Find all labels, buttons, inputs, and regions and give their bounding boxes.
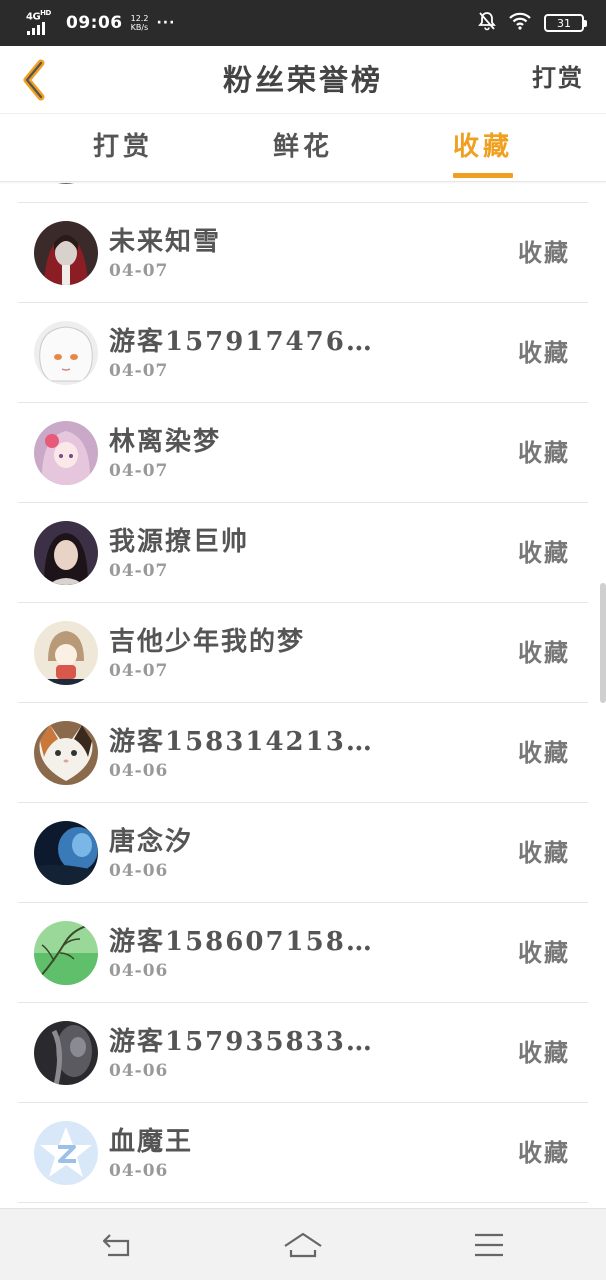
fan-action: 收藏 <box>518 1138 570 1167</box>
fan-rows: 未来知雪 04-07 收藏 游客157917476… 04-07 收藏 林离染梦… <box>0 203 606 1203</box>
system-nav-bar <box>0 1208 606 1280</box>
fan-name: 游客157935833… <box>109 1027 374 1057</box>
fan-name: 唐念汐 <box>109 827 194 857</box>
fan-action: 收藏 <box>518 938 570 967</box>
battery-icon: 31 <box>544 14 587 32</box>
network-signal-icon: 4GHD <box>26 9 58 35</box>
status-time: 09:06 <box>66 13 123 33</box>
avatar <box>34 621 98 685</box>
fan-action: 收藏 <box>518 638 570 667</box>
tab-reward[interactable]: 打赏 <box>63 114 183 182</box>
list-item[interactable]: 林离染梦 04-07 收藏 <box>18 403 588 503</box>
menu-icon <box>475 1233 503 1257</box>
fan-date: 04-06 <box>109 1061 169 1081</box>
back-arrow-icon <box>102 1234 130 1257</box>
avatar <box>34 221 98 285</box>
fan-date: 04-07 <box>109 461 169 481</box>
fan-date: 04-06 <box>109 961 169 981</box>
fan-name: 吉他少年我的梦 <box>109 627 306 657</box>
avatar <box>34 921 98 985</box>
fan-action: 收藏 <box>518 538 570 567</box>
nav-back-button[interactable] <box>97 1227 137 1263</box>
tab-favorites[interactable]: 收藏 <box>423 114 543 182</box>
list-item[interactable]: 游客158314213… 04-06 收藏 <box>18 703 588 803</box>
fan-date: 04-07 <box>109 561 169 581</box>
home-icon <box>284 1232 322 1258</box>
wifi-icon <box>508 12 532 34</box>
fan-name: 林离染梦 <box>109 427 222 457</box>
fan-name: 未来知雪 <box>109 227 222 257</box>
tab-bar: 打赏 鲜花 收藏 <box>0 114 606 182</box>
avatar <box>34 721 98 785</box>
fan-action: 收藏 <box>518 838 570 867</box>
avatar <box>34 183 98 184</box>
tab-flowers[interactable]: 鲜花 <box>243 114 363 182</box>
fan-name: 游客158314213… <box>109 727 374 757</box>
fan-date: 04-06 <box>109 861 169 881</box>
status-left: 4GHD 09:06 12.2 KB/s ··· <box>26 9 478 35</box>
fan-action: 收藏 <box>518 338 570 367</box>
avatar <box>34 421 98 485</box>
list-item[interactable]: 游客158607158… 04-06 收藏 <box>18 903 588 1003</box>
network-type: 4G <box>26 11 41 23</box>
fan-action: 收藏 <box>518 738 570 767</box>
battery-level: 31 <box>557 16 571 30</box>
nav-home-button[interactable] <box>283 1227 323 1263</box>
avatar <box>34 821 98 885</box>
fan-list[interactable]: 未来知雪 04-07 收藏 游客157917476… 04-07 收藏 林离染梦… <box>0 183 606 1208</box>
network-speed: 12.2 KB/s <box>131 14 149 32</box>
reward-button[interactable]: 打赏 <box>532 46 584 114</box>
network-hd: HD <box>40 9 51 17</box>
avatar <box>34 1121 98 1185</box>
fan-name: 游客157917476… <box>109 327 374 357</box>
nav-menu-button[interactable] <box>469 1227 509 1263</box>
avatar <box>34 1021 98 1085</box>
status-right: 31 <box>478 11 587 35</box>
list-item[interactable]: 血魔王 04-06 收藏 <box>18 1103 588 1203</box>
fan-date: 04-06 <box>109 1161 169 1181</box>
network-speed-value: 12.2 <box>130 14 149 23</box>
fan-action: 收藏 <box>518 1038 570 1067</box>
avatar <box>34 521 98 585</box>
list-item[interactable]: 唐念汐 04-06 收藏 <box>18 803 588 903</box>
list-item[interactable]: 我源撩巨帅 04-07 收藏 <box>18 503 588 603</box>
more-notifications: ··· <box>156 15 176 31</box>
fan-date: 04-07 <box>109 661 169 681</box>
list-item[interactable]: 游客157917476… 04-07 收藏 <box>18 303 588 403</box>
fan-date: 04-07 <box>109 361 169 381</box>
fan-name: 游客158607158… <box>109 927 374 957</box>
fan-date: 04-07 <box>109 261 169 281</box>
list-item[interactable]: 吉他少年我的梦 04-07 收藏 <box>18 603 588 703</box>
fan-action: 收藏 <box>518 438 570 467</box>
fan-date: 04-06 <box>109 761 169 781</box>
status-bar: 4GHD 09:06 12.2 KB/s ··· 31 <box>0 0 606 46</box>
mute-bell-icon <box>478 11 496 35</box>
list-item[interactable]: 游客157935833… 04-06 收藏 <box>18 1003 588 1103</box>
scrollbar[interactable] <box>600 583 606 703</box>
fan-name: 我源撩巨帅 <box>109 527 250 557</box>
list-item[interactable]: 未来知雪 04-07 收藏 <box>18 203 588 303</box>
fan-action: 收藏 <box>518 238 570 267</box>
avatar <box>34 321 98 385</box>
page-title: 粉丝荣誉榜 <box>222 63 383 97</box>
fan-name: 血魔王 <box>109 1127 194 1157</box>
network-speed-unit: KB/s <box>130 23 149 32</box>
app-header: 粉丝荣誉榜 打赏 <box>0 46 606 114</box>
